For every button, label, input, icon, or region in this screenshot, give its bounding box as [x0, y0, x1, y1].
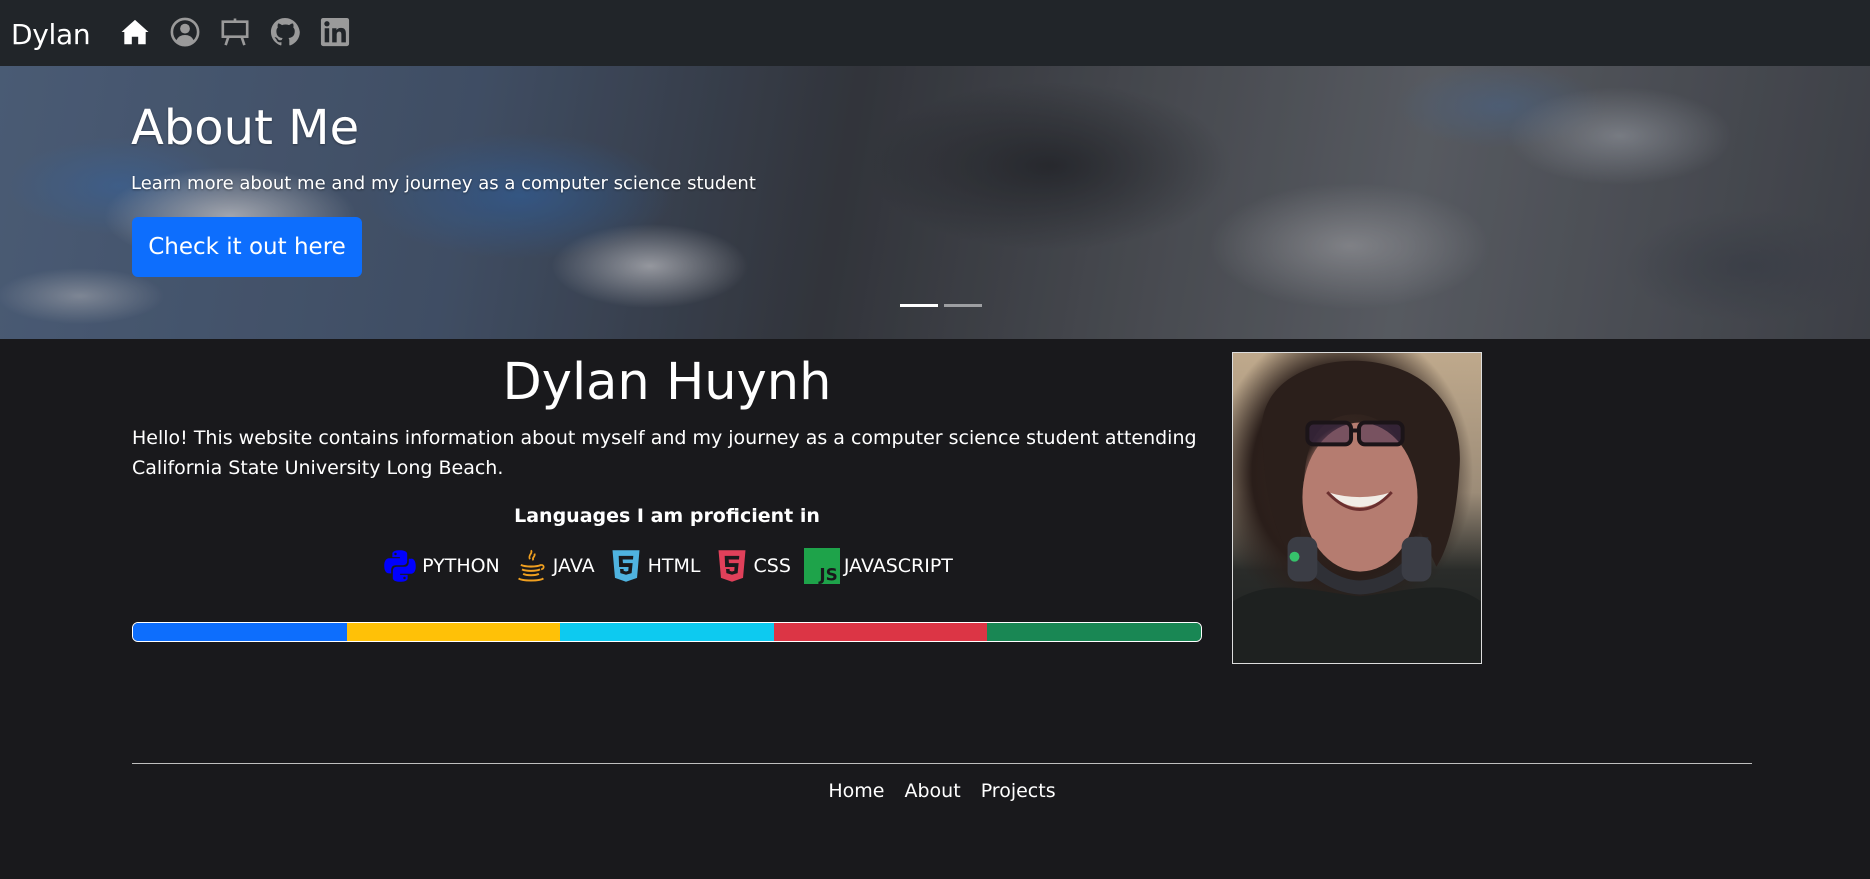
progress-segment-java [346, 623, 561, 641]
profile-name: Dylan Huynh [502, 353, 832, 412]
home-icon[interactable] [119, 16, 151, 48]
language-python: PYTHON [381, 547, 500, 585]
profile-intro: Hello! This website contains information… [132, 427, 1197, 479]
easel-icon[interactable] [219, 16, 251, 48]
languages-list: PYTHON JAVA HTML CSS JS JAVASCRIPT [132, 547, 1202, 585]
language-javascript: JS JAVASCRIPT [803, 547, 953, 585]
linkedin-icon[interactable] [319, 16, 351, 48]
profile-photo [1232, 352, 1482, 664]
svg-text:JS: JS [818, 565, 837, 585]
progress-segment-html [560, 623, 774, 641]
carousel-indicator-1[interactable] [900, 304, 938, 307]
hero-title: About Me [131, 100, 360, 156]
java-icon [512, 547, 550, 585]
footer-link-about[interactable]: About [895, 780, 971, 802]
footer-divider [132, 763, 1752, 764]
javascript-icon: JS [803, 547, 841, 585]
person-circle-icon[interactable] [169, 16, 201, 48]
progress-segment-javascript [987, 623, 1201, 641]
navbar: Dylan [0, 0, 1870, 66]
language-name: JAVA [552, 555, 595, 577]
carousel-indicators [900, 304, 982, 307]
language-name: CSS [753, 555, 791, 577]
progress-segment-python [133, 623, 347, 641]
hero-subtitle: Learn more about me and my journey as a … [131, 173, 756, 194]
check-it-out-button[interactable]: Check it out here [132, 217, 362, 277]
carousel-indicator-2[interactable] [944, 304, 982, 307]
languages-heading: Languages I am proficient in [514, 505, 820, 527]
language-name: HTML [647, 555, 701, 577]
language-name: PYTHON [422, 555, 500, 577]
language-css: CSS [713, 547, 791, 585]
progress-segment-css [773, 623, 988, 641]
footer-link-projects[interactable]: Projects [971, 780, 1066, 802]
footer-nav: Home About Projects [132, 780, 1752, 802]
brand-link[interactable]: Dylan [11, 18, 91, 51]
python-icon [381, 547, 419, 585]
html5-icon [607, 547, 645, 585]
languages-progress-bar [132, 622, 1202, 642]
language-java: JAVA [512, 547, 595, 585]
github-icon[interactable] [269, 16, 301, 48]
language-name: JAVASCRIPT [843, 555, 953, 577]
css3-icon [713, 547, 751, 585]
hero-carousel: About Me Learn more about me and my jour… [0, 66, 1870, 339]
language-html: HTML [607, 547, 701, 585]
footer-link-home[interactable]: Home [818, 780, 894, 802]
